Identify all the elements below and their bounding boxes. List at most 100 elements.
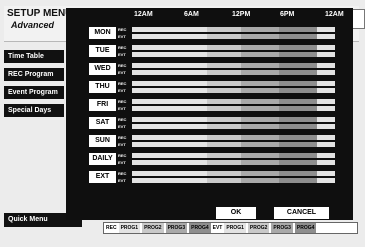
rec-segment-1 <box>132 171 173 176</box>
rec-segment-4 <box>241 81 279 86</box>
rec-segment-3 <box>207 45 241 50</box>
day-label[interactable]: SUN <box>89 135 116 147</box>
rec-bar[interactable] <box>132 171 335 176</box>
rec-bar[interactable] <box>132 27 335 32</box>
evt-bar[interactable] <box>132 70 335 75</box>
rec-segment-1 <box>132 135 173 140</box>
evt-segment-1 <box>132 142 173 147</box>
evt-segment-2 <box>173 142 207 147</box>
evt-segment-2 <box>173 52 207 57</box>
rec-segment-1 <box>132 117 173 122</box>
rec-segment-5 <box>279 63 317 68</box>
schedule-row-ext: EXT REC EVT <box>66 170 353 186</box>
rec-tag: REC <box>118 99 127 104</box>
rec-segment-3 <box>207 117 241 122</box>
evt-segment-4 <box>241 178 279 183</box>
legend-rec-prog4: PROG4 <box>189 223 211 233</box>
rec-tag: REC <box>118 45 127 50</box>
day-label[interactable]: SAT <box>89 117 116 129</box>
rec-segment-1 <box>132 45 173 50</box>
rec-segment-4 <box>241 135 279 140</box>
evt-segment-6 <box>317 160 335 165</box>
legend-evt-prog1: PROG1 <box>224 223 246 233</box>
time-label-12pm: 12PM <box>232 11 251 18</box>
rec-segment-6 <box>317 27 335 32</box>
day-label[interactable]: DAILY <box>89 153 116 165</box>
day-label[interactable]: EXT <box>89 171 116 183</box>
evt-segment-4 <box>241 124 279 129</box>
rec-segment-3 <box>207 63 241 68</box>
schedule-row-sun: SUN REC EVT <box>66 134 353 150</box>
rec-segment-4 <box>241 99 279 104</box>
evt-segment-5 <box>279 70 317 75</box>
evt-bar[interactable] <box>132 106 335 111</box>
rec-segment-5 <box>279 153 317 158</box>
legend-rec-prog2: PROG2 <box>142 223 164 233</box>
day-label[interactable]: WED <box>89 63 116 75</box>
schedule-row-daily: DAILY REC EVT <box>66 152 353 168</box>
schedule-row-thu: THU REC EVT <box>66 80 353 96</box>
evt-bar[interactable] <box>132 160 335 165</box>
sidebar-item-special-days[interactable]: Special Days <box>4 104 64 117</box>
rec-segment-2 <box>173 27 207 32</box>
rec-segment-4 <box>241 153 279 158</box>
schedule-row-tue: TUE REC EVT <box>66 44 353 60</box>
evt-segment-4 <box>241 52 279 57</box>
sidebar-item-rec-program[interactable]: REC Program <box>4 68 64 81</box>
app-subtitle: Advanced <box>11 20 55 30</box>
evt-tag: EVT <box>118 142 126 147</box>
schedule-row-wed: WED REC EVT <box>66 62 353 78</box>
rec-bar[interactable] <box>132 117 335 122</box>
ok-button[interactable]: OK <box>216 207 256 219</box>
rec-segment-5 <box>279 27 317 32</box>
evt-segment-5 <box>279 178 317 183</box>
rec-bar[interactable] <box>132 81 335 86</box>
rec-bar[interactable] <box>132 153 335 158</box>
rec-segment-2 <box>173 135 207 140</box>
evt-bar[interactable] <box>132 178 335 183</box>
day-label[interactable]: THU <box>89 81 116 93</box>
rec-segment-5 <box>279 117 317 122</box>
evt-segment-3 <box>207 88 241 93</box>
cancel-button[interactable]: CANCEL <box>274 207 329 219</box>
evt-segment-3 <box>207 178 241 183</box>
rec-bar[interactable] <box>132 99 335 104</box>
rec-bar[interactable] <box>132 45 335 50</box>
rec-segment-3 <box>207 81 241 86</box>
screen: SETUP MENU Advanced Time Table REC Progr… <box>0 0 365 247</box>
rec-segment-1 <box>132 63 173 68</box>
rec-segment-2 <box>173 63 207 68</box>
schedule-dialog: 12AM 6AM 12PM 6PM 12AM MON REC EVT TUE REC EV… <box>66 8 353 220</box>
evt-bar[interactable] <box>132 88 335 93</box>
day-label[interactable]: MON <box>89 27 116 39</box>
rec-segment-4 <box>241 63 279 68</box>
timeline-bars <box>132 27 335 41</box>
evt-bar[interactable] <box>132 52 335 57</box>
rec-segment-3 <box>207 153 241 158</box>
evt-segment-2 <box>173 106 207 111</box>
rec-bar[interactable] <box>132 63 335 68</box>
evt-segment-6 <box>317 106 335 111</box>
evt-bar[interactable] <box>132 124 335 129</box>
day-label[interactable]: TUE <box>89 45 116 57</box>
evt-bar[interactable] <box>132 34 335 39</box>
sidebar-item-event-program[interactable]: Event Program <box>4 86 64 99</box>
time-label-12am-end: 12AM <box>325 11 344 18</box>
day-label[interactable]: FRI <box>89 99 116 111</box>
rec-tag: REC <box>118 171 127 176</box>
evt-tag: EVT <box>118 34 126 39</box>
rec-segment-2 <box>173 45 207 50</box>
rec-bar[interactable] <box>132 135 335 140</box>
rec-segment-6 <box>317 81 335 86</box>
rec-segment-2 <box>173 99 207 104</box>
timeline-bars <box>132 153 335 167</box>
evt-segment-3 <box>207 124 241 129</box>
rec-segment-4 <box>241 117 279 122</box>
rec-segment-3 <box>207 135 241 140</box>
evt-segment-1 <box>132 88 173 93</box>
time-axis: 12AM 6AM 12PM 6PM 12AM <box>66 10 353 22</box>
timeline-bars <box>132 45 335 59</box>
sidebar-item-time-table[interactable]: Time Table <box>4 50 64 63</box>
evt-bar[interactable] <box>132 142 335 147</box>
evt-segment-2 <box>173 34 207 39</box>
